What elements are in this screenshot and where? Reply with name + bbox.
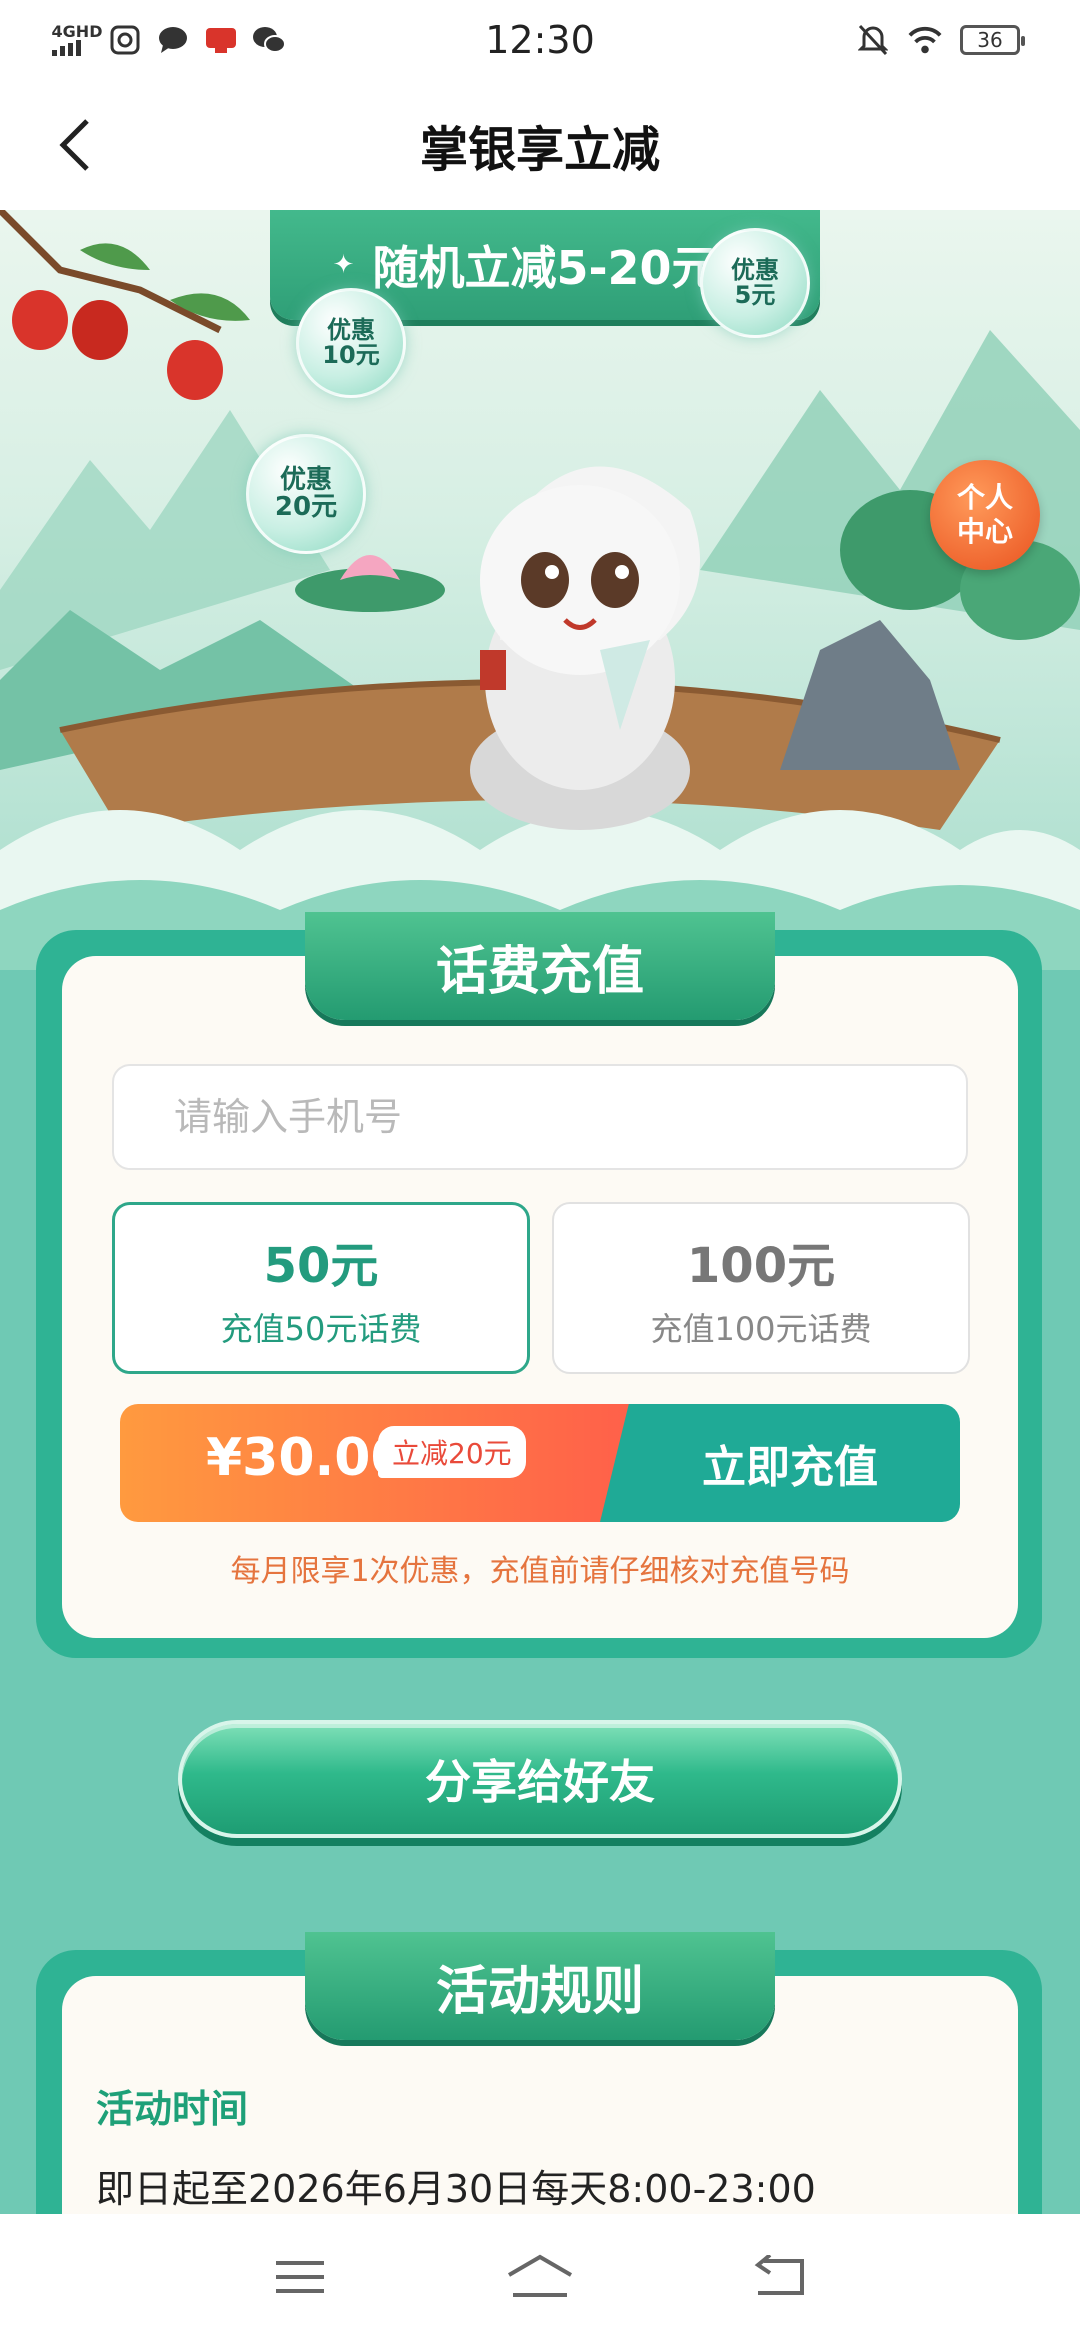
rules-title: 活动规则 <box>305 1932 775 2040</box>
nav-bar: 掌银享立减 <box>0 80 1080 210</box>
amount-value: 100元 <box>686 1238 836 1294</box>
battery-level: 36 <box>977 28 1003 52</box>
personal-center-line1: 个人 <box>956 481 1013 515</box>
phone-input[interactable] <box>112 1064 968 1170</box>
coupon-bubble: 优惠 5元 <box>700 228 810 338</box>
personal-center-line2: 中心 <box>956 515 1013 548</box>
menu-button[interactable] <box>260 2242 340 2312</box>
personal-center-button[interactable]: 个人 中心 <box>930 460 1040 570</box>
app-notification-icon <box>108 23 142 57</box>
page-title: 掌银享立减 <box>419 122 660 178</box>
discount-badge: 立减20元 <box>378 1426 526 1478</box>
ribbon-text: 随机立减5-20元 <box>372 241 718 295</box>
recharge-now-label: 立即充值 <box>702 1442 878 1493</box>
app-badge-icon <box>204 23 238 57</box>
home-button[interactable] <box>500 2242 580 2312</box>
chevron-left-icon <box>59 119 89 171</box>
back-button[interactable] <box>40 110 110 180</box>
amount-option-100[interactable]: 100元 充值100元话费 <box>552 1202 970 1374</box>
hero-illustration <box>0 210 1080 970</box>
mute-bell-icon <box>856 23 890 57</box>
amount-desc: 充值100元话费 <box>650 1310 872 1348</box>
menu-icon <box>276 2261 324 2293</box>
bubble-line2: 5元 <box>734 281 776 309</box>
hero-banner: ✦ 随机立减5-20元 ✦ 优惠 10元 优惠 5元 优惠 20元 <box>0 210 1080 970</box>
status-right: 36 <box>640 23 1025 57</box>
bubble-line2: 20元 <box>274 492 338 522</box>
price-text: ¥30.00 <box>206 1428 407 1488</box>
recharge-title: 话费充值 <box>305 912 775 1020</box>
bubble-line2: 10元 <box>322 341 380 369</box>
star-icon: ✦ <box>332 250 355 280</box>
status-bar: 4GHD 12:30 36 <box>0 0 1080 80</box>
status-time: 12:30 <box>485 18 595 62</box>
share-button-label: 分享给好友 <box>425 1755 655 1809</box>
system-nav-bar <box>0 2214 1080 2340</box>
pay-bar: ¥30.00 立减20元 立即充值 <box>120 1404 960 1522</box>
rules-time: 即日起至2026年6月30日每天8:00-23:00 <box>96 2167 816 2211</box>
rules-heading: 活动时间 <box>96 2087 249 2131</box>
recharge-notice: 每月限享1次优惠，充值前请仔细核对充值号码 <box>230 1554 850 1589</box>
coupon-bubble: 优惠 10元 <box>296 288 406 398</box>
recharge-now-button[interactable]: 立即充值 <box>600 1404 960 1522</box>
bubble-line1: 优惠 <box>279 464 332 495</box>
battery-icon: 36 <box>960 25 1025 55</box>
home-icon <box>507 2254 573 2297</box>
amount-desc: 充值50元话费 <box>220 1310 422 1348</box>
wechat-icon <box>252 23 286 57</box>
coupon-bubble: 优惠 20元 <box>246 434 366 554</box>
bubble-line1: 优惠 <box>731 255 779 284</box>
amount-value: 50元 <box>263 1238 379 1294</box>
wifi-icon <box>908 23 942 57</box>
return-icon <box>754 2255 804 2295</box>
status-left: 4GHD <box>51 23 440 57</box>
back-nav-button[interactable] <box>740 2242 820 2312</box>
signal-label: 4GHD <box>51 22 103 41</box>
share-button[interactable]: 分享给好友 <box>178 1720 902 1838</box>
message-icon <box>156 23 190 57</box>
bubble-line1: 优惠 <box>327 315 375 344</box>
signal-icon: 4GHD <box>51 23 102 57</box>
amount-option-50[interactable]: 50元 充值50元话费 <box>112 1202 530 1374</box>
